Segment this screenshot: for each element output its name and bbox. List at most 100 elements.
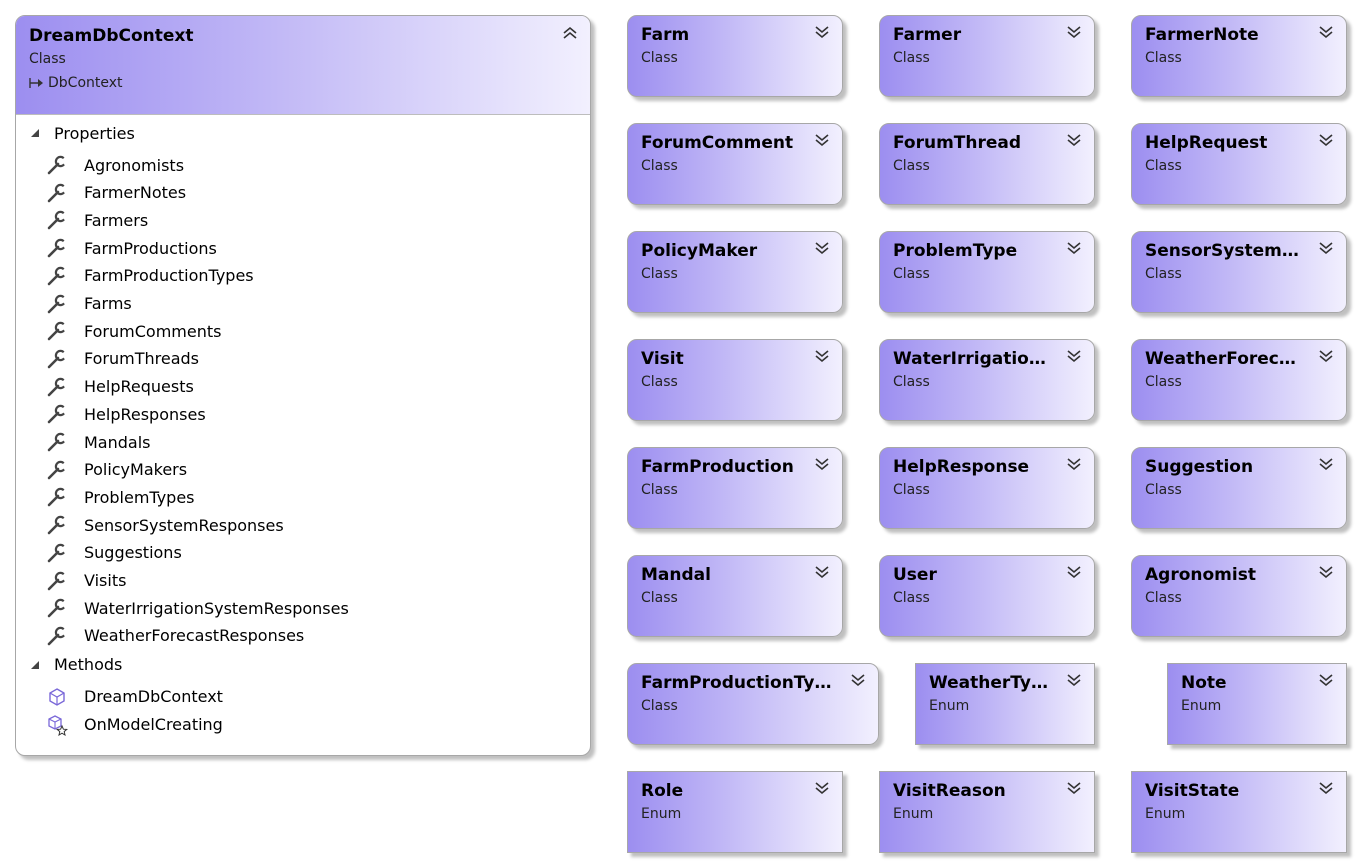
expand-chevron-icon[interactable] <box>1318 780 1334 796</box>
expand-chevron-icon[interactable] <box>1066 780 1082 796</box>
wrench-icon <box>46 486 70 508</box>
class-shape-agronomist[interactable]: Agronomist Class <box>1131 555 1347 637</box>
property-name: PolicyMakers <box>84 460 188 480</box>
wrench-icon <box>46 403 70 425</box>
override-method-icon <box>46 714 69 736</box>
class-shape-farmer[interactable]: Farmer Class <box>879 15 1095 97</box>
expand-chevron-icon[interactable] <box>1066 348 1082 364</box>
property-item[interactable]: FarmProductionTypes <box>46 263 254 289</box>
shape-name: ForumThread <box>893 133 1022 153</box>
class-shape-help-response[interactable]: HelpResponse Class <box>879 447 1095 529</box>
expand-chevron-icon[interactable] <box>1066 456 1082 472</box>
expand-triangle-icon[interactable] <box>30 660 40 670</box>
class-shape-suggestion[interactable]: Suggestion Class <box>1131 447 1347 529</box>
class-shape-water-irrigation[interactable]: WaterIrrigation... Class <box>879 339 1095 421</box>
class-shape-sensor-system-re[interactable]: SensorSystemRe... Class <box>1131 231 1347 313</box>
class-shape-weather-forecas[interactable]: WeatherForecas... Class <box>1131 339 1347 421</box>
expand-chevron-icon[interactable] <box>814 780 830 796</box>
shape-stereotype: Class <box>893 158 930 174</box>
class-shape-help-request[interactable]: HelpRequest Class <box>1131 123 1347 205</box>
class-shape-forum-comment[interactable]: ForumComment Class <box>627 123 843 205</box>
property-item[interactable]: ForumComments <box>46 318 221 344</box>
expand-chevron-icon[interactable] <box>1318 672 1334 688</box>
expand-chevron-icon[interactable] <box>1066 132 1082 148</box>
expand-chevron-icon[interactable] <box>1318 240 1334 256</box>
property-item[interactable]: ForumThreads <box>46 346 199 372</box>
enum-shape-visit-reason[interactable]: VisitReason Enum <box>879 771 1095 853</box>
method-item[interactable]: OnModelCreating <box>46 712 223 738</box>
shape-name: PolicyMaker <box>641 241 758 261</box>
shape-stereotype: Class <box>641 266 678 282</box>
property-item[interactable]: HelpResponses <box>46 401 206 427</box>
class-shape-problem-type[interactable]: ProblemType Class <box>879 231 1095 313</box>
class-shape-forum-thread[interactable]: ForumThread Class <box>879 123 1095 205</box>
method-item[interactable]: DreamDbContext <box>46 684 223 710</box>
property-item[interactable]: PolicyMakers <box>46 457 187 483</box>
class-shape-visit[interactable]: Visit Class <box>627 339 843 421</box>
expand-chevron-icon[interactable] <box>1066 24 1082 40</box>
wrench-icon <box>46 514 70 536</box>
property-name: FarmProductions <box>84 238 217 258</box>
method-name: OnModelCreating <box>84 715 223 735</box>
expand-chevron-icon[interactable] <box>1066 564 1082 580</box>
class-shape-policy-maker[interactable]: PolicyMaker Class <box>627 231 843 313</box>
shape-name: Farmer <box>893 25 962 45</box>
shape-name: User <box>893 565 937 585</box>
shape-name: Note <box>1181 673 1227 693</box>
section-header-properties[interactable]: Properties <box>30 122 135 144</box>
property-item[interactable]: Mandals <box>46 429 151 455</box>
enum-shape-visit-state[interactable]: VisitState Enum <box>1131 771 1347 853</box>
class-shape-farmer-note[interactable]: FarmerNote Class <box>1131 15 1347 97</box>
expand-chevron-icon[interactable] <box>1318 456 1334 472</box>
shape-stereotype: Class <box>893 374 930 390</box>
expand-chevron-icon[interactable] <box>814 24 830 40</box>
property-item[interactable]: Visits <box>46 568 126 594</box>
property-item[interactable]: WaterIrrigationSystemResponses <box>46 595 349 621</box>
expand-chevron-icon[interactable] <box>814 132 830 148</box>
expand-chevron-icon[interactable] <box>814 456 830 472</box>
class-shape-mandal[interactable]: Mandal Class <box>627 555 843 637</box>
expand-chevron-icon[interactable] <box>1318 564 1334 580</box>
expand-chevron-icon[interactable] <box>814 564 830 580</box>
property-name: ProblemTypes <box>84 487 195 507</box>
property-item[interactable]: HelpRequests <box>46 374 194 400</box>
expand-chevron-icon[interactable] <box>1066 672 1082 688</box>
shape-stereotype: Class <box>641 374 678 390</box>
class-shape-farm-production-type[interactable]: FarmProductionType Class <box>627 663 879 745</box>
expand-chevron-icon[interactable] <box>1066 240 1082 256</box>
section-header-methods[interactable]: Methods <box>30 654 122 676</box>
expand-triangle-icon[interactable] <box>30 128 40 138</box>
shape-stereotype: Class <box>893 590 930 606</box>
property-item[interactable]: ProblemTypes <box>46 484 195 510</box>
expand-chevron-icon[interactable] <box>814 240 830 256</box>
property-item[interactable]: SensorSystemResponses <box>46 512 284 538</box>
class-shape-farm[interactable]: Farm Class <box>627 15 843 97</box>
shape-name: HelpResponse <box>893 457 1030 477</box>
class-shape-farm-production[interactable]: FarmProduction Class <box>627 447 843 529</box>
shape-name: FarmerNote <box>1145 25 1259 45</box>
class-shape-dreamdbcontext[interactable]: DreamDbContext Class DbContext Propertie… <box>15 15 591 756</box>
expand-chevron-icon[interactable] <box>1318 348 1334 364</box>
enum-shape-weather-type[interactable]: WeatherType Enum <box>915 663 1095 745</box>
property-name: HelpRequests <box>84 377 194 397</box>
property-item[interactable]: Farms <box>46 291 132 317</box>
property-item[interactable]: Farmers <box>46 207 148 233</box>
wrench-icon <box>46 542 70 564</box>
expand-chevron-icon[interactable] <box>814 348 830 364</box>
wrench-icon <box>46 348 70 370</box>
enum-shape-note[interactable]: Note Enum <box>1167 663 1347 745</box>
expand-chevron-icon[interactable] <box>850 672 866 688</box>
property-item[interactable]: Agronomists <box>46 152 184 178</box>
property-item[interactable]: Suggestions <box>46 540 182 566</box>
class-shape-user[interactable]: User Class <box>879 555 1095 637</box>
enum-shape-role[interactable]: Role Enum <box>627 771 843 853</box>
property-item[interactable]: FarmProductions <box>46 235 217 261</box>
shape-name: WaterIrrigation... <box>893 349 1054 369</box>
shape-name: VisitState <box>1145 781 1240 801</box>
collapse-chevron-icon[interactable] <box>562 25 578 41</box>
expand-chevron-icon[interactable] <box>1318 132 1334 148</box>
property-item[interactable]: FarmerNotes <box>46 180 186 206</box>
expand-chevron-icon[interactable] <box>1318 24 1334 40</box>
property-item[interactable]: WeatherForecastResponses <box>46 623 304 649</box>
property-name: Suggestions <box>84 543 182 563</box>
